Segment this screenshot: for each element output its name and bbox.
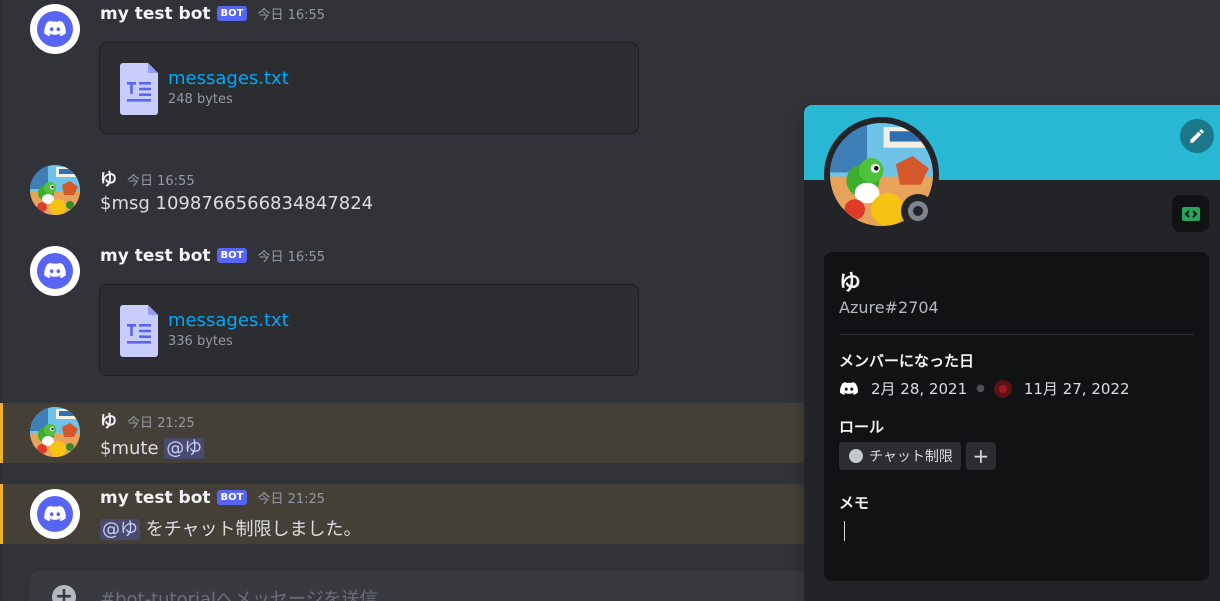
note-input[interactable] — [844, 521, 845, 541]
bot-badge: BOT — [216, 490, 248, 505]
message-text: $mute — [100, 438, 165, 459]
message-author[interactable]: my test bot — [100, 246, 211, 266]
file-attachment: messages.txt 336 bytes — [99, 284, 639, 376]
avatar[interactable] — [30, 246, 80, 296]
message-timestamp[interactable]: 今日 21:25 — [127, 412, 195, 431]
user-mention[interactable]: @ゆ — [100, 519, 140, 540]
attachment-link[interactable]: messages.txt — [168, 68, 289, 89]
message-author[interactable]: my test bot — [100, 488, 211, 508]
bot-badge: BOT — [216, 6, 248, 21]
avatar[interactable] — [30, 407, 80, 457]
member-since-title: メンバーになった日 — [839, 352, 975, 370]
file-attachment: messages.txt 248 bytes — [99, 42, 639, 134]
server-icon — [993, 379, 1012, 398]
message-timestamp[interactable]: 今日 16:55 — [257, 4, 325, 23]
message-timestamp[interactable]: 今日 16:55 — [127, 170, 195, 189]
user-profile-popout: ゆ Azure#2704 メンバーになった日 2月 28, 2021 ● 11月… — [804, 105, 1220, 601]
add-role-button[interactable]: + — [965, 442, 996, 470]
add-circle-icon[interactable]: + — [52, 585, 76, 601]
user-avatar-image — [30, 165, 80, 215]
roles-title: ロール — [839, 418, 885, 436]
bot-badge: BOT — [216, 248, 248, 263]
discord-logo-icon — [43, 259, 67, 283]
edit-profile-button[interactable] — [1180, 119, 1214, 153]
developer-badge[interactable] — [1172, 195, 1209, 232]
message-author[interactable]: ゆ — [100, 165, 117, 190]
message-author[interactable]: ゆ — [100, 407, 117, 432]
separator-dot: ● — [976, 383, 985, 394]
message-item-mentioned: my test bot BOT 今日 21:25 @ゆ をチャット制限しました。 — [0, 484, 830, 544]
profile-username-tag[interactable]: Azure#2704 — [839, 298, 939, 317]
member-since-row: 2月 28, 2021 ● 11月 27, 2022 — [839, 378, 1130, 399]
server-member-since: 11月 27, 2022 — [1023, 380, 1130, 398]
message-content: @ゆ をチャット制限しました。 — [100, 515, 362, 541]
profile-display-name: ゆ — [839, 271, 862, 296]
discord-logo-icon — [839, 379, 859, 399]
avatar[interactable] — [30, 4, 80, 54]
message-content: $mute @ゆ — [100, 434, 205, 460]
discord-member-since: 2月 28, 2021 — [871, 380, 968, 398]
role-color-dot[interactable] — [849, 449, 863, 463]
roles-list: チャット制限 + — [839, 442, 996, 470]
message-input-bar[interactable]: + #bot-tutorialへメッセージを送信 — [30, 571, 820, 601]
user-avatar-image — [30, 407, 80, 457]
message-timestamp[interactable]: 今日 21:25 — [257, 488, 325, 507]
profile-avatar[interactable] — [824, 117, 939, 232]
text-file-icon — [120, 305, 158, 357]
role-label: チャット制限 — [869, 449, 953, 465]
status-indicator — [901, 194, 935, 228]
message-timestamp[interactable]: 今日 16:55 — [257, 246, 325, 265]
message-item: ゆ 今日 16:55 $msg 1098766566834847824 — [0, 160, 830, 230]
avatar[interactable] — [30, 489, 80, 539]
message-item-mentioned: ゆ 今日 21:25 $mute @ゆ — [0, 403, 830, 463]
user-mention[interactable]: @ゆ — [164, 438, 205, 459]
profile-info-card: ゆ Azure#2704 メンバーになった日 2月 28, 2021 ● 11月… — [824, 252, 1209, 581]
text-file-icon — [120, 63, 158, 115]
message-author[interactable]: my test bot — [100, 4, 211, 24]
message-content: $msg 1098766566834847824 — [100, 193, 374, 214]
attachment-size: 336 bytes — [168, 334, 233, 349]
discord-logo-icon — [43, 17, 67, 41]
message-item: my test bot BOT 今日 16:55 messages.txt 24… — [0, 0, 830, 140]
avatar[interactable] — [30, 165, 80, 215]
divider — [839, 334, 1194, 335]
attachment-link[interactable]: messages.txt — [168, 310, 289, 331]
attachment-size: 248 bytes — [168, 92, 233, 107]
offline-status-icon — [908, 201, 928, 221]
pencil-icon — [1190, 129, 1204, 143]
plus-icon: + — [972, 444, 990, 468]
discord-logo-icon — [43, 502, 67, 526]
message-input[interactable]: #bot-tutorialへメッセージを送信 — [100, 585, 378, 601]
developer-badge-icon — [1181, 206, 1200, 221]
note-title: メモ — [839, 494, 870, 512]
message-item: my test bot BOT 今日 16:55 messages.txt 33… — [0, 242, 830, 382]
message-text: をチャット制限しました。 — [140, 519, 362, 540]
role-pill[interactable]: チャット制限 — [839, 442, 961, 470]
